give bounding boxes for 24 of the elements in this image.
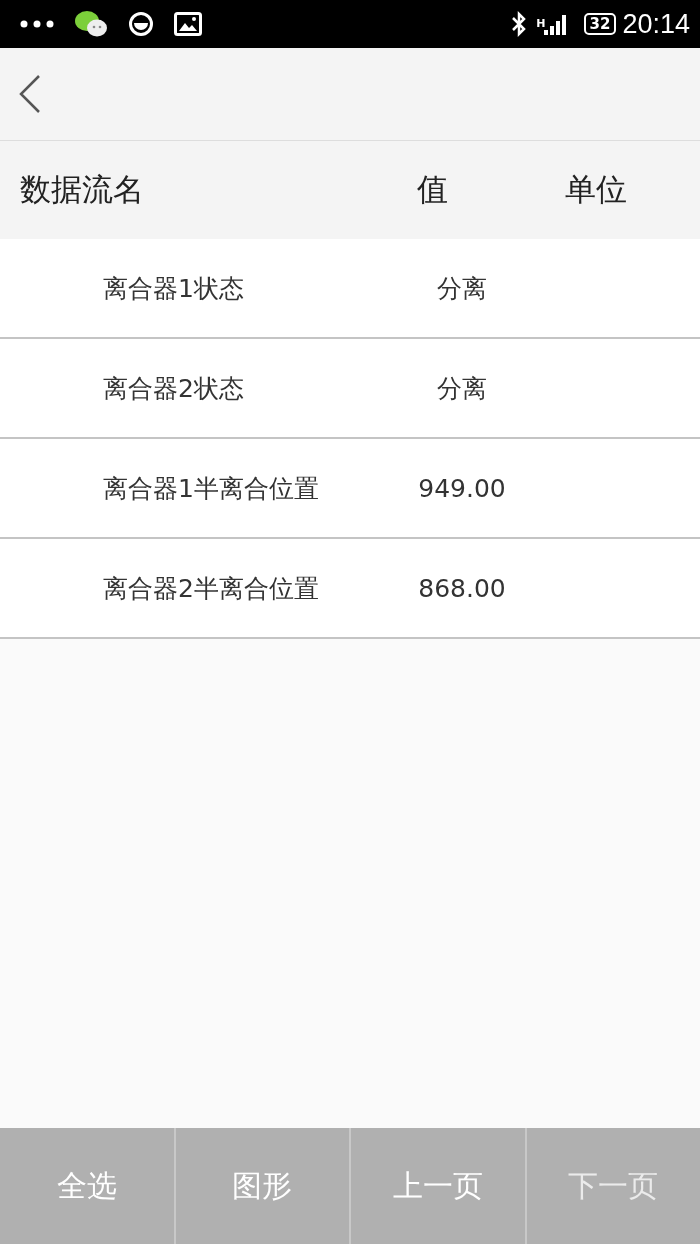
table-cell-text: 离合器2半离合位置 [102,572,320,605]
more-dots-icon [20,20,54,28]
face-circle-icon [128,11,154,37]
column-header: 数据流名 [19,170,145,209]
table-cell-text: 分离 [436,272,488,305]
column-header: 单位 [565,170,627,209]
chat-bubbles-icon [74,10,108,38]
table-cell-text: 离合器1状态 [102,272,245,305]
table-cell-text: 离合器1半离合位置 [102,472,320,505]
table-row[interactable]: 离合器1状态 分离 [0,239,700,339]
back-icon[interactable] [18,74,42,114]
battery-level: 32 [583,13,617,35]
table-row[interactable]: 离合器2半离合位置 868.00 [0,539,700,639]
clock-time: 20:14 [622,8,690,40]
network-type: H [536,16,546,30]
table-row[interactable]: 离合器1半离合位置 949.00 [0,439,700,539]
signal-icon [543,13,568,35]
column-header: 值 [417,170,449,209]
table-row[interactable]: 离合器2状态 分离 [0,339,700,439]
table-cell-text: 949.00 [417,473,507,503]
table-cell-text: 分离 [436,372,488,405]
table-cell-text: 868.00 [417,573,507,603]
image-icon [174,12,202,36]
table-cell-text: 离合器2状态 [102,372,245,405]
